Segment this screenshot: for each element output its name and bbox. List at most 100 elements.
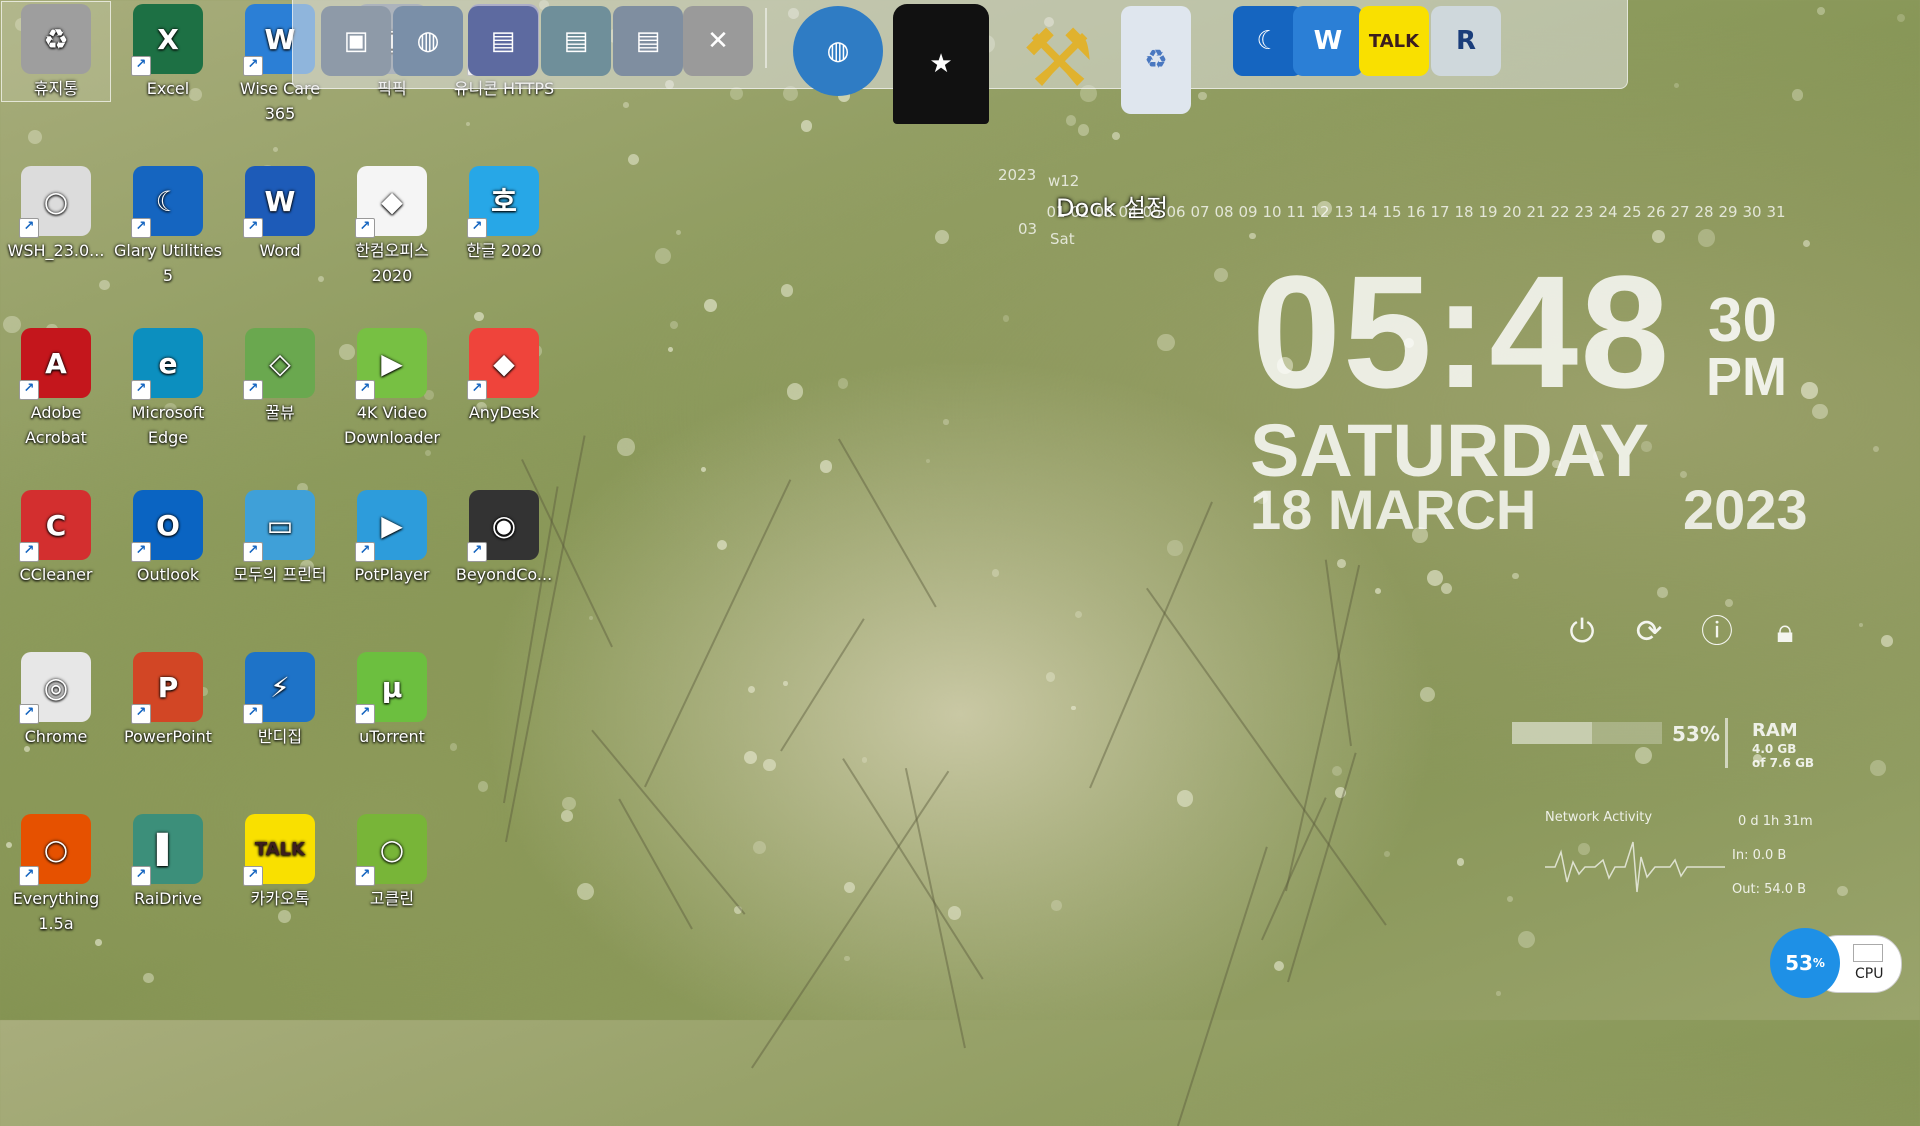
desktop-icon-glyph: ▶ — [381, 346, 403, 380]
dock-item-globe[interactable]: ◍ — [793, 6, 883, 96]
restart-icon[interactable]: ⟳ — [1630, 612, 1668, 650]
desktop-icon[interactable]: 호 ↗ 한글 2020 — [450, 164, 558, 263]
desktop-icon-label: Outlook — [136, 565, 200, 584]
desktop-icon[interactable]: X ↗ Excel — [114, 2, 222, 101]
dock-item-r-app[interactable]: R — [1431, 6, 1501, 76]
desktop-icon[interactable]: ○ ↗ Everything 1.5a — [2, 812, 110, 936]
dock-item-kakaotalk[interactable]: TALK — [1359, 6, 1429, 76]
calendar-day: 27 — [1670, 203, 1690, 221]
desktop-icon-label: Chrome — [24, 727, 88, 746]
cpu-percent: 53 — [1785, 951, 1813, 975]
dock-item-glyph: ⚒ — [1022, 11, 1094, 105]
desktop-icon[interactable]: ♻ 휴지통 — [1, 1, 111, 102]
desktop-icon[interactable]: ▭ ↗ 모두의 프린터 — [226, 488, 334, 587]
dock-item-pickpick[interactable]: ▣ — [321, 6, 391, 76]
shortcut-arrow-icon: ↗ — [131, 218, 151, 238]
desktop-icon[interactable]: ◎ ↗ Chrome — [2, 650, 110, 749]
desktop-icon[interactable]: e ↗ Microsoft Edge — [114, 326, 222, 450]
desktop-icon[interactable]: ◆ ↗ 한컴오피스 2020 — [338, 164, 446, 288]
dock-item-folder-blue[interactable]: ▤ — [613, 6, 683, 76]
wallpaper-flower — [477, 781, 489, 792]
desktop-icon[interactable]: ◇ ↗ 꿀뷰 — [226, 326, 334, 425]
desktop-icon-label: PowerPoint — [123, 727, 213, 746]
wallpaper-flower — [561, 809, 574, 822]
desktop-icon[interactable]: ▶ ↗ 4K Video Downloader — [338, 326, 446, 450]
wallpaper-flower — [425, 450, 432, 457]
lock-icon[interactable]: 🔒︎ — [1766, 612, 1804, 650]
wallpaper-stem — [751, 770, 950, 1069]
wallpaper-flower — [704, 298, 717, 312]
desktop-icon[interactable]: ☾ ↗ Glary Utilities 5 — [114, 164, 222, 288]
calendar-year: 2023 — [998, 166, 1037, 184]
desktop-icon[interactable]: ○ ↗ 고클린 — [338, 812, 446, 911]
desktop-icon[interactable]: A ↗ Adobe Acrobat — [2, 326, 110, 450]
wallpaper-flower — [1657, 587, 1668, 598]
calendar-day: 28 — [1694, 203, 1714, 221]
desktop-icon-glyph: ☾ — [155, 184, 181, 218]
wallpaper-flower — [1817, 7, 1825, 15]
wallpaper-flower — [1801, 382, 1818, 399]
cpu-percent-circle: 53% — [1770, 928, 1840, 998]
desktop-icon-image: ▌ ↗ — [131, 814, 203, 886]
ram-divider — [1725, 718, 1728, 768]
desktop-icon[interactable]: ◆ ↗ AnyDesk — [450, 326, 558, 425]
desktop-icon[interactable]: ⚡ ↗ 반디집 — [226, 650, 334, 749]
desktop-icon[interactable]: ◉ ↗ BeyondCo... — [450, 488, 558, 587]
desktop-icon-image: W ↗ — [243, 166, 315, 238]
shortcut-arrow-icon: ↗ — [467, 542, 487, 562]
desktop-icon[interactable]: µ ↗ uTorrent — [338, 650, 446, 749]
calendar-day: 19 — [1478, 203, 1498, 221]
desktop-icon[interactable]: O ↗ Outlook — [114, 488, 222, 587]
wallpaper-flower — [1419, 686, 1436, 703]
wallpaper-flower — [743, 750, 757, 764]
desktop-icon-image: ▭ ↗ — [243, 490, 315, 562]
ram-used: 4.0 GB — [1752, 742, 1797, 756]
sleep-icon[interactable]: ⓘ — [1698, 612, 1736, 650]
wallpaper-flower — [800, 120, 813, 132]
dock-item-folder-https[interactable]: ▤ — [468, 6, 538, 76]
desktop-icon[interactable]: TALK ↗ 카카오톡 — [226, 812, 334, 911]
desktop-icon[interactable]: ▌ ↗ RaiDrive — [114, 812, 222, 911]
wallpaper-flower — [1214, 267, 1229, 282]
desktop-icon-image: ◎ ↗ — [19, 652, 91, 724]
wallpaper-flower — [675, 230, 681, 236]
desktop-icon-label: CCleaner — [19, 565, 93, 584]
desktop-icon-glyph: ○ — [379, 832, 405, 866]
dock-item-recycle-bin[interactable]: ♻ — [1121, 6, 1191, 114]
shortcut-arrow-icon: ↗ — [355, 866, 375, 886]
dock-item-tools[interactable]: ✕ — [683, 6, 753, 76]
wallpaper-flower — [947, 906, 962, 920]
desktop-icon-glyph: ○ — [43, 832, 69, 866]
wallpaper-flower — [1074, 610, 1082, 619]
shutdown-icon[interactable]: ⏻ — [1563, 612, 1601, 650]
calendar-day: 12 — [1310, 203, 1330, 221]
wallpaper-flower — [1176, 790, 1194, 808]
desktop-icon-glyph: ◆ — [381, 184, 403, 218]
wallpaper-flower — [273, 147, 279, 153]
desktop-icon[interactable]: ○ ↗ WSH_23.0... — [2, 164, 110, 263]
dock-item-tshirt[interactable]: ★ — [893, 4, 989, 124]
desktop-icon[interactable]: C ↗ CCleaner — [2, 488, 110, 587]
dock-item-wise[interactable]: W — [1293, 6, 1363, 76]
dock-item-hammer[interactable]: ⚒ — [1003, 6, 1113, 110]
network-in: In: 0.0 B — [1732, 848, 1787, 863]
dock-item-glyph: ♻ — [1144, 45, 1168, 75]
wallpaper-flower — [576, 882, 595, 901]
wallpaper-flower — [95, 939, 102, 946]
wallpaper-flower — [1112, 131, 1121, 140]
wallpaper-flower — [278, 909, 291, 923]
desktop-icon-image: ○ ↗ — [355, 814, 427, 886]
desktop-icon[interactable]: P ↗ PowerPoint — [114, 650, 222, 749]
desktop-icon-glyph: X — [157, 22, 179, 56]
dock-item-folder-green[interactable]: ▤ — [541, 6, 611, 76]
ram-label: RAM — [1752, 720, 1798, 741]
cpu-widget[interactable]: CPU 53% — [1770, 928, 1902, 998]
calendar-day: 02 — [1070, 203, 1090, 221]
desktop-icon-glyph: ▭ — [266, 508, 294, 542]
wallpaper-flower — [474, 311, 484, 321]
desktop-icon[interactable]: W ↗ Word — [226, 164, 334, 263]
desktop-icon[interactable]: ▶ ↗ PotPlayer — [338, 488, 446, 587]
desktop-icon-glyph: ◉ — [491, 508, 517, 542]
dock-item-network-globe[interactable]: ◍ — [393, 6, 463, 76]
wallpaper-flower — [143, 972, 154, 983]
